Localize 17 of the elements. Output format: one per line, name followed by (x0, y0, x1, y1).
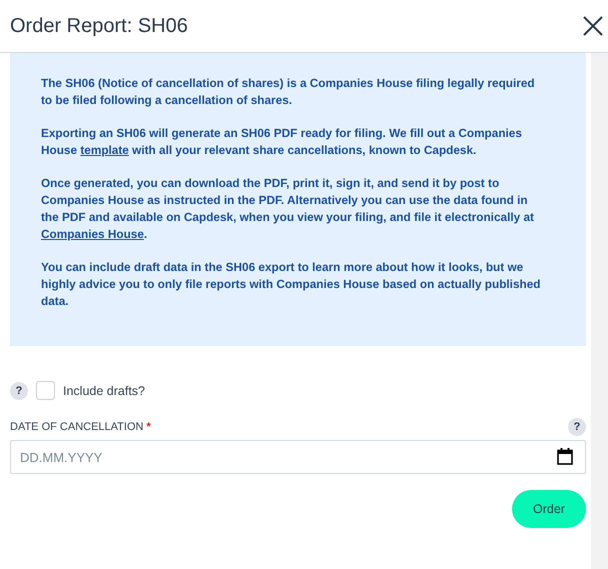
link[interactable]: template (80, 143, 129, 157)
link[interactable]: Companies House (41, 227, 144, 241)
info-text: You can include draft data in the SH06 export to learn more about how it looks, but we highly advice you to only file reports with Companies House based on actually published data. (41, 259, 542, 310)
scrollbar[interactable] (591, 53, 608, 569)
info-text: The SH06 (Notice of cancellation of shares) is a Companies House filing legally required to be filed following a cancellation of shares. (41, 75, 536, 109)
order-button[interactable]: Order (512, 490, 586, 528)
info-text: Once generated, you can download the PDF, print it, sign it, and send it by post to Companies House as instructed in the PDF. Alternatively you can use the data found in the PDF and available on Capdesk, when you view your filing, and file it electronically at Companies House. (41, 175, 535, 243)
calendar-icon[interactable] (557, 448, 573, 465)
date-field[interactable]: DD.MM.YYYY (10, 440, 586, 474)
help-icon[interactable]: ? (10, 382, 28, 400)
close-icon[interactable] (582, 15, 604, 37)
checkbox-label: Include drafts? (63, 384, 145, 398)
field-label: DATE OF CANCELLATION * (10, 421, 151, 433)
checkbox[interactable] (36, 381, 55, 400)
help-icon[interactable]: ? (568, 418, 586, 436)
dialog-title: Order Report: SH06 (10, 14, 188, 38)
info-text: Exporting an SH06 will generate an SH06 PDF ready for filing. We fill out a Companies House template with all your relevant share cancellations, known to Capdesk. (41, 125, 523, 159)
